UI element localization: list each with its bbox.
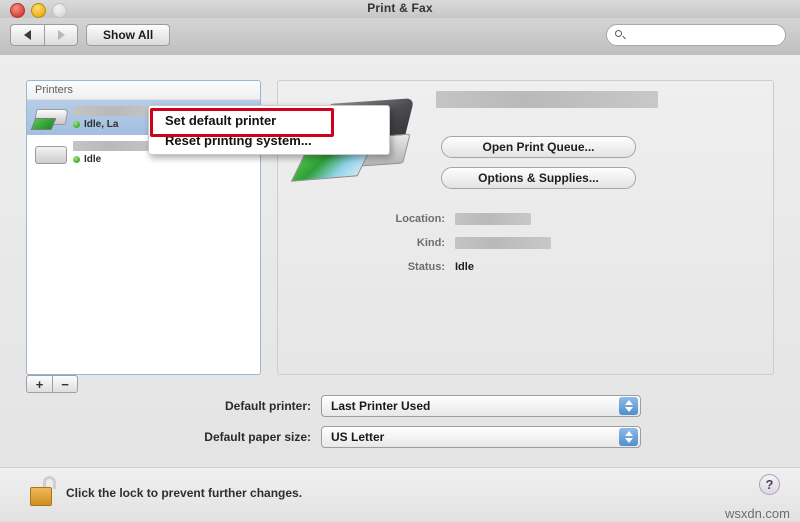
- add-printer-button[interactable]: +: [26, 375, 52, 393]
- menu-item-set-default-printer[interactable]: Set default printer: [149, 110, 389, 130]
- footer-bar: Click the lock to prevent further change…: [0, 467, 800, 522]
- open-print-queue-button[interactable]: Open Print Queue...: [441, 136, 636, 158]
- list-action-buttons: + −: [26, 375, 78, 393]
- context-menu[interactable]: Set default printer Reset printing syste…: [148, 105, 390, 155]
- print-and-fax-window: Print & Fax Show All Printers Idle, La I…: [0, 0, 800, 522]
- info-row-status: Status: Idle: [363, 257, 693, 277]
- kind-value-redaction: [455, 237, 551, 249]
- printer-color-icon: [30, 105, 69, 131]
- help-button[interactable]: ?: [759, 474, 780, 495]
- default-printer-select[interactable]: Last Printer Used: [321, 395, 641, 417]
- search-field[interactable]: [606, 24, 786, 46]
- printer-info-rows: Location: Kind: Status: Idle: [363, 209, 693, 281]
- info-label: Status:: [407, 261, 445, 273]
- printer-status-label: Idle: [84, 153, 102, 165]
- location-value-redaction: [455, 213, 531, 225]
- form-row-default-printer: Default printer: Last Printer Used: [0, 395, 800, 417]
- toolbar: Show All: [0, 18, 800, 56]
- window-title: Print & Fax: [367, 1, 433, 15]
- chevron-updown-icon[interactable]: [619, 397, 638, 415]
- printers-list-header: Printers: [27, 81, 260, 100]
- arrow-left-icon: [24, 30, 31, 40]
- lock-open-icon[interactable]: [30, 476, 58, 506]
- info-label: Location:: [395, 213, 446, 225]
- detail-action-buttons: Open Print Queue... Options & Supplies..…: [441, 136, 636, 198]
- show-all-button[interactable]: Show All: [86, 24, 171, 46]
- info-row-location: Location:: [363, 209, 693, 229]
- lock-hint-text: Click the lock to prevent further change…: [66, 486, 303, 500]
- nav-button-group: [10, 24, 78, 46]
- forward-button[interactable]: [44, 24, 78, 46]
- window-titlebar: Print & Fax: [0, 0, 800, 19]
- info-label: Kind:: [416, 237, 445, 249]
- info-row-kind: Kind:: [363, 233, 693, 253]
- options-and-supplies-button[interactable]: Options & Supplies...: [441, 167, 636, 189]
- back-button[interactable]: [10, 24, 44, 46]
- default-settings-form: Default printer: Last Printer Used Defau…: [0, 395, 800, 457]
- content-area: Printers Idle, La Idle + − Open Print Qu…: [0, 55, 800, 467]
- status-dot-icon: [73, 155, 80, 163]
- detail-printer-name-redaction: [436, 91, 658, 108]
- form-row-default-paper-size: Default paper size: US Letter: [0, 426, 800, 448]
- status-value: Idle: [455, 261, 474, 273]
- status-dot-icon: [73, 120, 80, 128]
- printer-gray-icon: [33, 140, 67, 166]
- default-paper-size-select[interactable]: US Letter: [321, 426, 641, 448]
- default-printer-value: Last Printer Used: [331, 399, 431, 413]
- printer-status: Idle: [73, 154, 165, 165]
- search-icon: [615, 29, 626, 41]
- search-input[interactable]: [630, 28, 774, 42]
- menu-item-reset-printing-system[interactable]: Reset printing system...: [149, 130, 389, 150]
- default-printer-label: Default printer:: [224, 399, 311, 413]
- default-paper-size-label: Default paper size:: [204, 430, 311, 444]
- chevron-updown-icon[interactable]: [619, 428, 638, 446]
- printer-status-label: Idle, La: [84, 118, 119, 130]
- arrow-right-icon: [57, 30, 65, 40]
- default-paper-size-value: US Letter: [331, 430, 385, 444]
- remove-printer-button[interactable]: −: [52, 375, 78, 393]
- watermark-text: wsxdn.com: [724, 506, 790, 521]
